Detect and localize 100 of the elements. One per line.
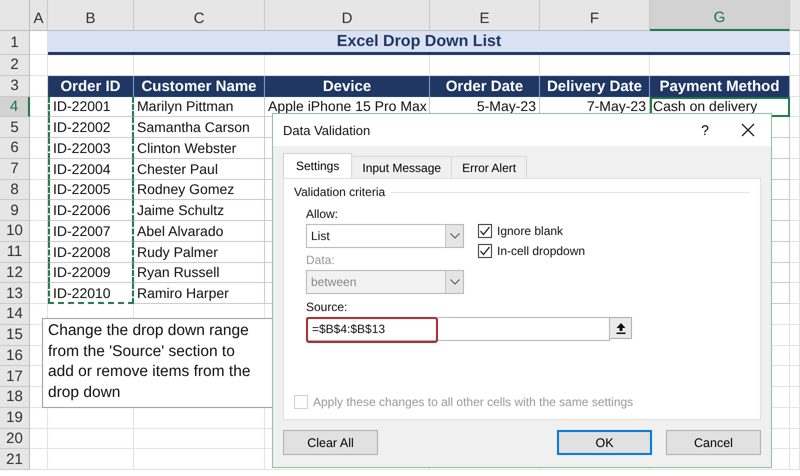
table-cell: Clinton Webster <box>134 138 265 159</box>
row-header[interactable]: 16 <box>0 346 30 366</box>
row-header[interactable]: 11 <box>0 242 30 262</box>
dialog-button[interactable]: Clear All <box>283 430 378 455</box>
column-header[interactable]: A <box>30 0 48 31</box>
grid-cell <box>30 55 48 76</box>
table-cell: ID-22004 <box>48 158 134 180</box>
column-header[interactable]: C <box>134 0 265 31</box>
checkbox[interactable] <box>478 244 492 258</box>
row-header[interactable]: 20 <box>0 428 30 450</box>
table-cell: Cash on delivery <box>650 96 790 118</box>
grid-cell <box>790 117 800 138</box>
row-header[interactable]: 15 <box>0 324 30 346</box>
grid-cell <box>790 449 800 470</box>
table-cell: Samantha Carson <box>134 117 265 138</box>
tab[interactable]: Error Alert <box>451 156 528 178</box>
checkbox-label: Ignore blank <box>497 224 564 238</box>
grid-cell <box>790 408 800 428</box>
row-header[interactable]: 21 <box>0 449 30 470</box>
source-field[interactable]: =$B$4:$B$13 <box>306 317 610 341</box>
checkbox[interactable] <box>478 224 492 238</box>
tab[interactable]: Settings <box>283 153 352 178</box>
grid-cell <box>790 138 800 159</box>
dialog-title: Data Validation <box>283 122 372 138</box>
row-header[interactable]: 14 <box>0 304 30 325</box>
table-cell: Chester Paul <box>134 158 265 180</box>
group-label: Validation criteria <box>294 185 386 199</box>
grid-cell <box>790 31 800 55</box>
grid-cell <box>790 242 800 262</box>
row-header[interactable]: 7 <box>0 158 30 180</box>
field-label: Source: <box>306 300 348 316</box>
grid-cell <box>30 158 48 180</box>
column-header[interactable]: G <box>650 0 790 31</box>
table-cell: ID-22006 <box>48 200 134 221</box>
grid-cell <box>30 428 48 450</box>
column-header[interactable]: E <box>430 0 540 31</box>
row-header[interactable]: 6 <box>0 138 30 159</box>
row-header[interactable]: 1 <box>0 31 30 55</box>
chevron-down-icon <box>450 279 460 285</box>
table-cell: Ryan Russell <box>134 262 265 284</box>
grid-cell <box>790 366 800 387</box>
grid-cell <box>30 242 48 262</box>
column-header[interactable]: D <box>265 0 430 31</box>
field-label: Data: <box>306 253 336 269</box>
grid-cell <box>30 221 48 242</box>
grid-cell <box>790 387 800 408</box>
table-cell: ID-22002 <box>48 117 134 138</box>
row-header[interactable]: 10 <box>0 221 30 242</box>
grid-cell <box>790 304 800 325</box>
grid-cell <box>30 180 48 200</box>
table-cell: Rodney Gomez <box>134 180 265 200</box>
column-heading: Delivery Date <box>540 76 650 96</box>
help-button[interactable]: ? <box>685 116 725 144</box>
table-cell: ID-22003 <box>48 138 134 159</box>
row-header[interactable]: 9 <box>0 200 30 221</box>
column-heading: Device <box>265 76 430 96</box>
grid-cell <box>30 283 48 304</box>
row-header[interactable]: 13 <box>0 283 30 304</box>
column-header[interactable]: F <box>540 0 650 31</box>
table-cell: Jaime Schultz <box>134 200 265 221</box>
grid-cell <box>790 200 800 221</box>
sheet-title: Excel Drop Down List <box>48 31 790 55</box>
grid-cell <box>790 180 800 200</box>
dialog-button[interactable]: Cancel <box>666 430 761 455</box>
tab[interactable]: Input Message <box>351 156 452 178</box>
callout-text: Change the drop down range from the 'Source' section to add or remove items from the drop down <box>47 321 252 402</box>
column-heading: Customer Name <box>134 76 265 96</box>
grid-cell <box>790 283 800 304</box>
table-cell: Abel Alvarado <box>134 221 265 242</box>
table-cell: ID-22001 <box>48 96 134 118</box>
grid-cell <box>30 449 48 470</box>
grid-cell <box>30 138 48 159</box>
row-header[interactable]: 4 <box>0 96 30 118</box>
grid-cell <box>790 221 800 242</box>
grid-cell <box>790 428 800 450</box>
grid-cell <box>790 262 800 284</box>
row-header[interactable]: 3 <box>0 76 30 96</box>
table-cell: ID-22008 <box>48 242 134 262</box>
collapse-button[interactable] <box>609 317 632 339</box>
row-header[interactable]: 12 <box>0 262 30 284</box>
upload-arrow-icon <box>616 322 626 334</box>
grid-cell <box>30 117 48 138</box>
row-header[interactable]: 17 <box>0 366 30 387</box>
field-label: Allow: <box>306 207 340 223</box>
row-header[interactable]: 8 <box>0 180 30 200</box>
row-header[interactable]: 18 <box>0 387 30 408</box>
row-header[interactable]: 2 <box>0 55 30 76</box>
dropdown[interactable]: List <box>306 224 464 248</box>
close-icon <box>741 123 755 137</box>
row-header[interactable]: 19 <box>0 408 30 428</box>
table-cell: Ramiro Harper <box>134 283 265 304</box>
grid-cell <box>790 324 800 346</box>
table-cell: Rudy Palmer <box>134 242 265 262</box>
dialog-button[interactable]: OK <box>557 430 652 455</box>
checkbox-label: In-cell dropdown <box>497 244 586 258</box>
row-header[interactable]: 5 <box>0 117 30 138</box>
grid-cell <box>30 200 48 221</box>
grid-cell <box>30 262 48 284</box>
column-header[interactable]: B <box>48 0 134 31</box>
grid-cell <box>790 158 800 180</box>
